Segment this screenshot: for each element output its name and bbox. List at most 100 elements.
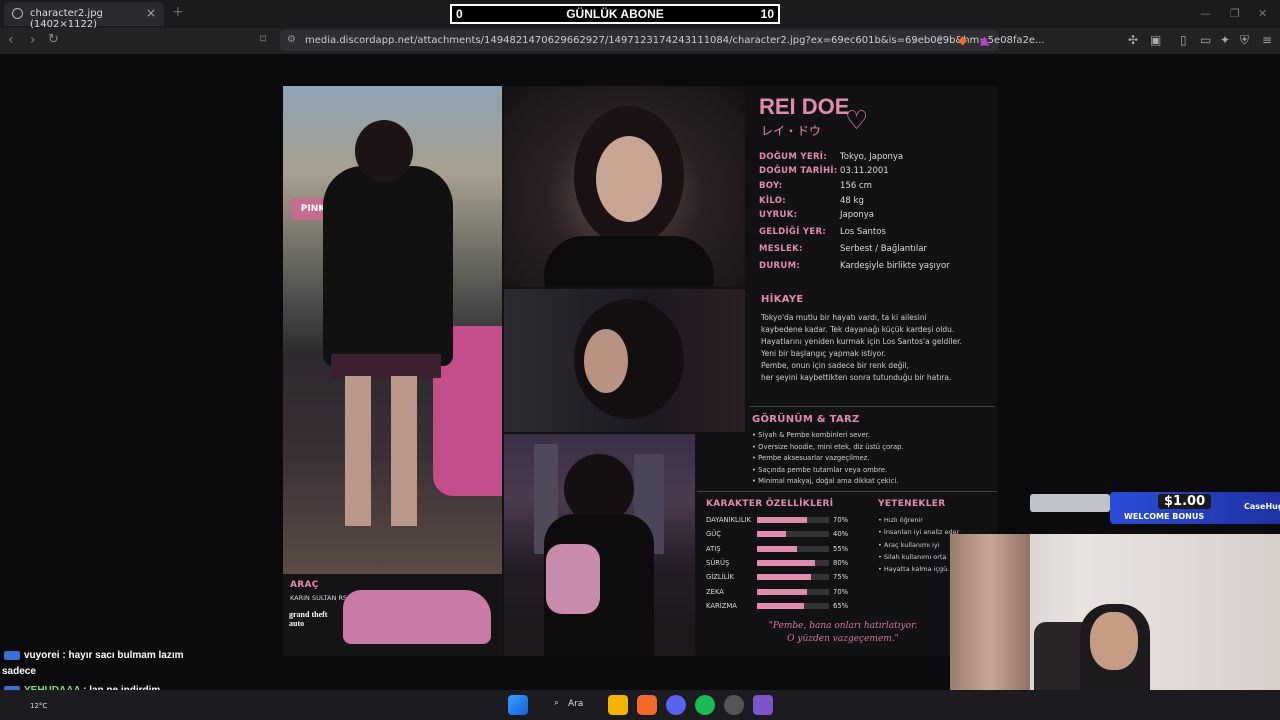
info-row: BOY: 156 cm <box>759 181 989 193</box>
trait-value: 70% <box>833 587 849 596</box>
divider <box>749 406 995 407</box>
start-icon[interactable] <box>508 695 528 715</box>
address-bar[interactable]: ⚙ media.discordapp.net/attachments/14948… <box>280 30 1045 51</box>
info-row: DURUM: Kardeşiyle birlikte yaşıyor <box>759 261 989 273</box>
tab-manager-icon[interactable]: ▣ <box>1150 33 1161 47</box>
shoulders-figure <box>544 236 714 287</box>
skill-item: • İnsanları iyi analiz eder <box>878 528 960 537</box>
trait-label: GİZLİLİK <box>706 573 734 582</box>
search-label: Ara <box>568 699 584 709</box>
info-value: Japonya <box>840 210 874 220</box>
head-figure <box>355 120 413 182</box>
subscriber-goal-bar: 0 GÜNLÜK ABONE 10 <box>450 4 780 24</box>
story-line: her şeyini kaybettikten sonra tutunduğu … <box>761 373 952 382</box>
bonus-amount: $1.00 <box>1158 494 1212 509</box>
file-explorer-icon[interactable] <box>608 695 628 715</box>
reload-icon[interactable]: ↻ <box>48 32 59 47</box>
browser-tab[interactable]: character2.jpg (1402×1122) × <box>4 2 164 30</box>
story-line: Tokyo'da mutlu bir hayatı vardı, ta ki a… <box>761 313 927 322</box>
info-row: KİLO: 48 kg <box>759 196 989 208</box>
bonus-panel: $1.00 WELCOME BONUS CaseHug <box>1110 492 1280 524</box>
story-line: Pembe, onun için sadece bir renk değil, <box>761 361 909 370</box>
info-row: MESLEK: Serbest / Bağlantılar <box>759 244 989 256</box>
trait-bar <box>757 559 829 566</box>
trait-label: KARİZMA <box>706 601 737 610</box>
search-button[interactable]: ⌕ Ara <box>546 695 604 715</box>
trait-bar-fill <box>757 588 808 595</box>
chat-text: sadece <box>2 666 36 677</box>
steam-icon[interactable] <box>724 695 744 715</box>
share-icon[interactable]: ⇪ <box>935 33 945 47</box>
wallet-icon[interactable]: ▭ <box>1200 33 1211 47</box>
info-label: DOĞUM TARİHİ: <box>759 166 838 176</box>
trait-bar <box>757 574 829 581</box>
style-item: • Pembe aksesuarlar vazgeçilmez. <box>752 454 870 462</box>
brave-icon[interactable] <box>637 695 657 715</box>
subscriber-label: GÜNLÜK ABONE <box>566 7 664 21</box>
info-row: DOĞUM TARİHİ: 03.11.2001 <box>759 166 989 178</box>
brave-rewards-icon[interactable]: ▲ <box>980 33 989 47</box>
full-body-photo: PINK <box>283 86 502 574</box>
close-tab-icon[interactable]: × <box>146 6 156 20</box>
skirt-figure <box>331 354 441 378</box>
trait-label: SÜRÜŞ <box>706 558 730 567</box>
globe-icon <box>12 8 23 19</box>
quote-line-1: "Pembe, bana onları hatırlatıyor. <box>768 621 918 631</box>
streamer-face <box>1090 612 1138 670</box>
style-item: • Saçında pembe tutamlar veya ombre. <box>752 465 888 474</box>
leo-ai-icon[interactable]: ✦ <box>1220 33 1230 47</box>
trait-value: 80% <box>833 558 849 567</box>
pink-backpack <box>546 544 600 614</box>
right-leg-figure <box>391 376 417 526</box>
tab-title: character2.jpg (1402×1122) <box>30 8 103 30</box>
trait-bar-fill <box>757 517 808 523</box>
new-tab-button[interactable]: + <box>172 4 184 20</box>
maximize-icon[interactable]: ❐ <box>1230 7 1240 20</box>
taskbar: 12°C ⌕ Ara <box>0 690 1280 720</box>
back-icon[interactable]: ‹ <box>8 32 14 48</box>
brave-shield-icon[interactable]: ◆ <box>958 33 967 47</box>
chat-badge-icon <box>4 651 20 660</box>
side-profile-photo <box>504 289 745 432</box>
info-label: GELDİĞİ YER: <box>759 227 827 237</box>
spotify-icon[interactable] <box>695 695 715 715</box>
forward-icon[interactable]: › <box>30 32 36 48</box>
story-line: Yeni bir başlangıç yapmak istiyor. <box>761 349 887 358</box>
skill-item: • Hayatta kalma içgü... <box>878 565 954 574</box>
trait-bar <box>757 531 829 538</box>
info-row: DOĞUM YERİ: Tokyo, Japonya <box>759 152 989 164</box>
chat-message: vuyorei : hayır sacı bulmam lazım <box>4 650 184 661</box>
divider-2 <box>697 491 997 492</box>
url-text: media.discordapp.net/attachments/1494821… <box>305 35 1045 46</box>
info-label: MESLEK: <box>759 244 803 254</box>
trait-value: 40% <box>833 530 849 539</box>
menu-icon[interactable]: ≡ <box>1262 33 1272 47</box>
vehicle-title: ARAÇ <box>290 580 319 590</box>
bookmark-icon[interactable]: ⌑ <box>260 32 266 46</box>
info-value: Serbest / Bağlantılar <box>840 244 927 254</box>
vpn-icon[interactable]: ⛨ <box>1240 33 1249 48</box>
style-item: • Minimal makyaj, doğal ama dikkat çekic… <box>752 477 899 485</box>
zoom-icon[interactable]: ⌕ <box>912 33 919 48</box>
trait-bar-fill <box>757 531 786 538</box>
style-item: • Siyah & Pembe kombinleri sever. <box>752 431 870 439</box>
search-icon: ⌕ <box>554 698 560 708</box>
trait-bar <box>757 545 829 552</box>
casehug-bonus-overlay: $1.00 WELCOME BONUS CaseHug <box>1030 488 1280 532</box>
discord-icon[interactable] <box>666 695 686 715</box>
trait-value: 75% <box>833 573 849 582</box>
obs-icon[interactable] <box>753 695 773 715</box>
minimize-icon[interactable]: — <box>1200 7 1211 20</box>
chat-text: : hayır sacı bulmam lazım <box>59 650 184 661</box>
info-label: DURUM: <box>759 261 801 271</box>
traits-title: KARAKTER ÖZELLİKLERİ <box>706 499 834 509</box>
site-settings-icon[interactable]: ⚙ <box>287 34 296 45</box>
tab-bar: character2.jpg (1402×1122) × + 0 GÜNLÜK … <box>0 0 1280 30</box>
quote-text: "Pembe, bana onları hatırlatıyor. O yüzd… <box>743 620 943 646</box>
info-label: UYRUK: <box>759 210 798 220</box>
info-value: 156 cm <box>840 181 872 191</box>
sidebar-icon[interactable]: ▯ <box>1180 33 1187 47</box>
info-label: BOY: <box>759 181 783 191</box>
extensions-icon[interactable]: ✣ <box>1128 33 1138 47</box>
close-window-icon[interactable]: ✕ <box>1258 7 1267 20</box>
